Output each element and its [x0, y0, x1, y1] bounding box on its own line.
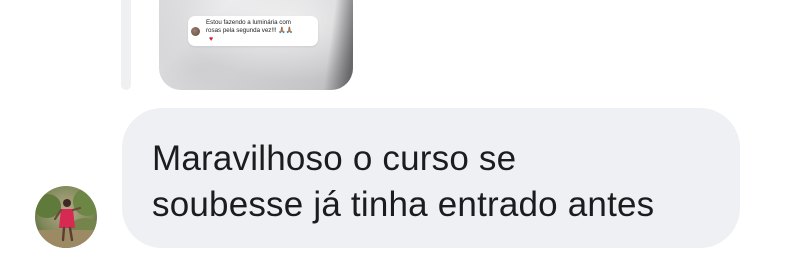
- chat-thread: Estou fazendo a luminária com rosas pela…: [0, 0, 800, 269]
- sender-avatar[interactable]: [35, 186, 97, 248]
- story-comment-text: Estou fazendo a luminária com rosas pela…: [206, 19, 294, 34]
- avatar-photo-icon: [35, 186, 97, 248]
- message-text: Maravilhoso o curso se soubesse já tinha…: [152, 139, 655, 224]
- replied-story-preview[interactable]: Estou fazendo a luminária com rosas pela…: [159, 0, 353, 90]
- heart-icon: ♥: [209, 36, 214, 43]
- comment-avatar-icon: [191, 27, 200, 36]
- story-comment-sticker: Estou fazendo a luminária com rosas pela…: [188, 16, 318, 46]
- message-bubble[interactable]: Maravilhoso o curso se soubesse já tinha…: [122, 108, 740, 248]
- reply-thread-line: [121, 0, 131, 90]
